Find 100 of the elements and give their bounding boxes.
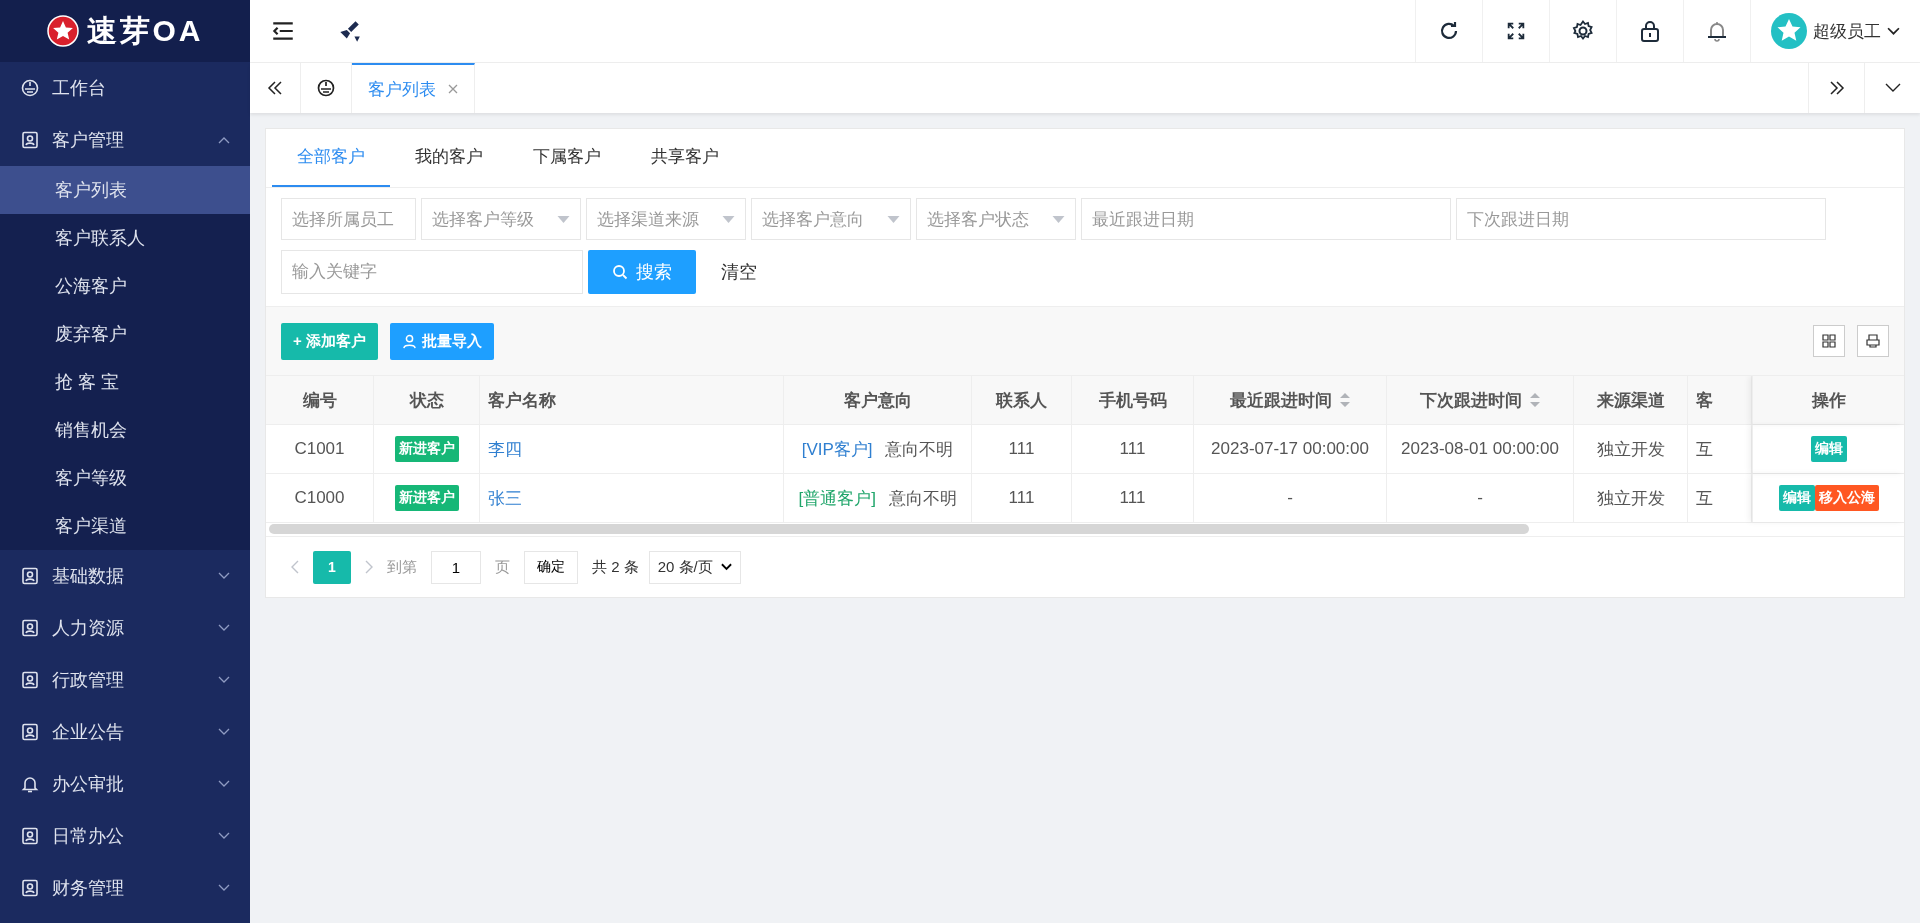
columns-button[interactable] — [1813, 325, 1845, 357]
filter-tab[interactable]: 共享客户 — [626, 129, 744, 187]
table-cell: 互 — [1688, 425, 1752, 473]
sidebar-menu-item[interactable]: 客户管理 — [0, 114, 250, 166]
status-tag: 新进客户 — [394, 485, 459, 511]
column-header: 操作 — [1752, 376, 1904, 424]
filter-tab[interactable]: 全部客户 — [272, 129, 390, 187]
chevron-icon — [218, 676, 230, 684]
filter-tab[interactable]: 下属客户 — [508, 129, 626, 187]
scrollbar-thumb[interactable] — [269, 524, 1529, 534]
table-cell: 独立开发 — [1574, 425, 1688, 473]
submenu-item[interactable]: 销售机会 — [0, 406, 250, 454]
grid-icon — [1821, 333, 1837, 349]
caret-icon — [720, 563, 732, 571]
chevron-icon — [218, 884, 230, 892]
column-header: 编号 — [266, 376, 374, 424]
double-chevron-left-icon — [267, 80, 283, 96]
chevron-icon — [218, 832, 230, 840]
sort-icon[interactable] — [1340, 393, 1350, 407]
user-menu[interactable]: 超级员工 — [1750, 0, 1920, 62]
column-header: 手机号码 — [1072, 376, 1194, 424]
customer-name-link[interactable]: 张三 — [488, 486, 522, 510]
sidebar-menu-item[interactable]: 基础数据 — [0, 550, 250, 602]
page-size-select[interactable]: 20 条/页 — [648, 550, 741, 584]
filter-tab[interactable]: 我的客户 — [390, 129, 508, 187]
table-cell: - — [1194, 474, 1387, 522]
sidebar-menu-item[interactable]: 日常办公 — [0, 810, 250, 862]
sidebar-menu-item[interactable]: 行政管理 — [0, 654, 250, 706]
submenu-item[interactable]: 废弃客户 — [0, 310, 250, 358]
table-cell: [VIP客户] 意向不明 — [784, 425, 972, 473]
column-header: 客户意向 — [784, 376, 972, 424]
customer-name-link[interactable]: 李四 — [488, 437, 522, 461]
column-header: 客户名称 — [480, 376, 784, 424]
sidebar-menu-item[interactable]: 工作台 — [0, 62, 250, 114]
chevron-icon — [218, 780, 230, 788]
page-input[interactable]: 1 — [431, 550, 481, 584]
keyword-field[interactable]: 输入关键字 — [281, 250, 583, 294]
table-cell: [普通客户] 意向不明 — [784, 474, 972, 522]
submenu-item[interactable]: 客户列表 — [0, 166, 250, 214]
menu-icon — [20, 826, 40, 846]
double-chevron-right-icon — [1828, 80, 1845, 96]
search-icon — [612, 264, 628, 280]
dashboard-icon — [316, 78, 336, 98]
menu-icon — [20, 566, 40, 586]
column-header: 下次跟进时间 — [1387, 376, 1574, 424]
table-cell: 互 — [1688, 474, 1752, 522]
fullscreen-icon — [1505, 20, 1527, 42]
caret-icon — [1887, 26, 1900, 36]
column-header: 状态 — [374, 376, 480, 424]
avatar-icon — [1771, 13, 1807, 49]
menu-icon — [20, 130, 40, 150]
chevron-down-icon — [1884, 83, 1901, 93]
sidebar-menu-item[interactable]: 企业公告 — [0, 706, 250, 758]
table-cell: 111 — [972, 474, 1072, 522]
menu-icon — [20, 618, 40, 638]
confirm-button[interactable]: 确定 — [524, 550, 578, 584]
lock-icon — [1638, 19, 1662, 43]
table-cell: C1000 — [266, 474, 374, 522]
star-logo-icon — [46, 15, 79, 47]
status-tag: 新进客户 — [394, 436, 459, 462]
table-cell: 2023-08-01 00:00:00 — [1387, 425, 1574, 473]
chevron-icon — [218, 728, 230, 736]
chevron-icon — [218, 136, 230, 144]
column-header: 来源渠道 — [1574, 376, 1688, 424]
table-cell: 2023-07-17 00:00:00 — [1194, 425, 1387, 473]
menu-icon — [20, 78, 40, 98]
table-cell: C1001 — [266, 425, 374, 473]
page-tab[interactable]: 客户列表 — [352, 63, 475, 113]
bell-icon — [20, 774, 40, 794]
table-cell: 独立开发 — [1574, 474, 1688, 522]
app-logo-text: 速芽OA — [86, 12, 204, 49]
column-header: 最近跟进时间 — [1194, 376, 1387, 424]
chevron-icon — [218, 572, 230, 580]
table-cell: 111 — [972, 425, 1072, 473]
printer-icon — [1865, 333, 1881, 349]
table-cell: 111 — [1072, 425, 1194, 473]
column-header: 客 — [1688, 376, 1752, 424]
bell-icon — [1705, 19, 1729, 43]
sidebar-menu-item[interactable]: 办公审批 — [0, 758, 250, 810]
sidebar-menu-item[interactable]: 人力资源 — [0, 602, 250, 654]
column-header: 联系人 — [972, 376, 1072, 424]
table-cell: - — [1387, 474, 1574, 522]
goto-label: 到第 — [387, 557, 417, 577]
sort-icon[interactable] — [1530, 393, 1540, 407]
submenu-item[interactable]: 抢 客 宝 — [0, 358, 250, 406]
chevron-icon — [218, 624, 230, 632]
total-count: 共 2 条 — [592, 557, 639, 577]
person-icon — [401, 333, 417, 349]
close-icon[interactable] — [448, 84, 458, 94]
submenu-item[interactable]: 客户联系人 — [0, 214, 250, 262]
sidebar-menu-item[interactable]: 财务管理 — [0, 862, 250, 914]
submenu-item[interactable]: 客户渠道 — [0, 502, 250, 550]
menu-icon — [20, 722, 40, 742]
print-button[interactable] — [1857, 325, 1889, 357]
table-cell: 111 — [1072, 474, 1194, 522]
submenu-item[interactable]: 公海客户 — [0, 262, 250, 310]
menu-icon — [20, 878, 40, 898]
menu-icon — [20, 670, 40, 690]
submenu-item[interactable]: 客户等级 — [0, 454, 250, 502]
page-unit-label: 页 — [495, 557, 510, 577]
